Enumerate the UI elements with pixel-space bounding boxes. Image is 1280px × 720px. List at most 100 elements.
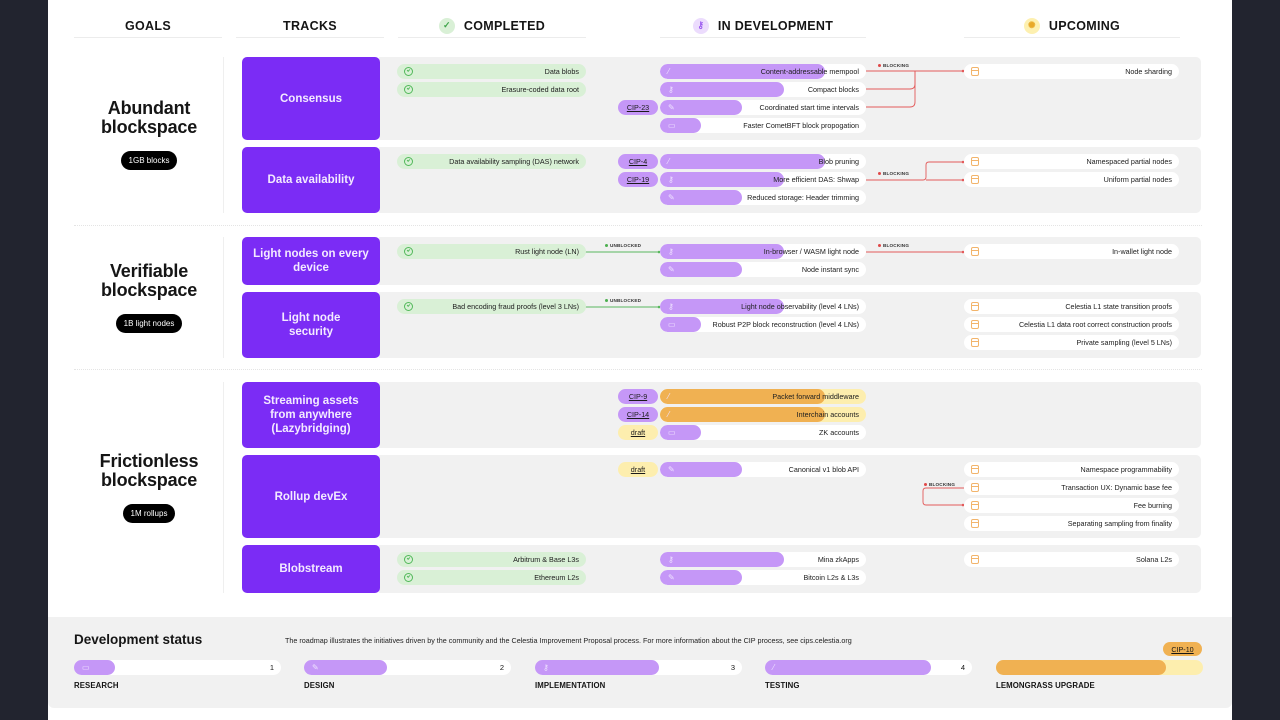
item-label: Robust P2P block reconstruction (level 4… [712, 320, 859, 329]
cip-tag[interactable]: CIP-14 [618, 407, 658, 422]
goal-title: Frictionless blockspace [99, 451, 199, 490]
progress-fill [660, 118, 702, 133]
completed-item[interactable]: Arbitrum & Base L3s [397, 552, 586, 567]
stage-fill [535, 660, 660, 675]
pen-icon: ✎ [668, 103, 675, 112]
draft-tag[interactable]: draft [618, 462, 658, 477]
upcoming-item[interactable]: Separating sampling from finality [964, 516, 1179, 531]
stage-number: 3 [730, 663, 735, 672]
stage-testing: ⁄ 4 TESTING [765, 660, 972, 690]
cip-tag[interactable]: CIP-23 [618, 100, 658, 115]
stage-bar: ✎ 2 [304, 660, 511, 675]
item-label: Content-addressable mempool [760, 67, 859, 76]
completed-item[interactable]: Ethereum L2s [397, 570, 586, 585]
cip-10-tag[interactable]: CIP-10 [1163, 642, 1202, 656]
upcoming-item[interactable]: Solana L2s [964, 552, 1179, 567]
goal-badge: 1GB blocks [120, 151, 178, 170]
track-streaming-assets[interactable]: Streaming assets from anywhere (Lazybrid… [242, 382, 380, 448]
track-light-nodes-every-device[interactable]: Light nodes on every device [242, 237, 380, 285]
cip-tag[interactable]: CIP-19 [618, 172, 658, 187]
in-development-item[interactable]: ✎ Node instant sync [660, 262, 866, 277]
in-development-item[interactable]: ✎ Bitcoin L2s & L3s [660, 570, 866, 585]
progress-fill [660, 82, 784, 97]
in-development-item[interactable]: ⚷ In-browser / WASM light node [660, 244, 866, 259]
track-light-node-security[interactable]: Light node security [242, 292, 380, 358]
calendar-icon [971, 465, 979, 474]
completed-item[interactable]: Erasure-coded data root [397, 82, 586, 97]
track-data-availability[interactable]: Data availability [242, 147, 380, 213]
stage-label: IMPLEMENTATION [535, 681, 606, 690]
goal-title: Abundant blockspace [100, 98, 198, 137]
item-label: Canonical v1 blob API [788, 465, 859, 474]
completed-item[interactable]: Rust light node (LN) [397, 244, 586, 259]
upcoming-item[interactable]: Celestia L1 data root correct constructi… [964, 317, 1179, 332]
stage-research: ▭ 1 RESEARCH [74, 660, 281, 690]
in-development-item[interactable]: ▭ Robust P2P block reconstruction (level … [660, 317, 866, 332]
progress-fill [660, 172, 784, 187]
calendar-icon [971, 483, 979, 492]
stage-lemongrass-upgrade: LEMONGRASS UPGRADE [996, 660, 1203, 690]
item-label: Bitcoin L2s & L3s [803, 573, 859, 582]
upcoming-item[interactable]: In-wallet light node [964, 244, 1179, 259]
progress-fill [660, 317, 702, 332]
upcoming-item[interactable]: Transaction UX: Dynamic base fee [964, 480, 1179, 495]
cip-tag[interactable]: CIP-4 [618, 154, 658, 169]
key-icon: ⚷ [692, 17, 709, 34]
stage-label: DESIGN [304, 681, 335, 690]
track-rollup-devex[interactable]: Rollup devEx [242, 455, 380, 538]
in-development-item[interactable]: ⁄ Packet forward middleware [660, 389, 866, 404]
pen-icon: ✎ [668, 573, 675, 582]
draft-tag[interactable]: draft [618, 425, 658, 440]
in-development-item[interactable]: ✎ Coordinated start time intervals [660, 100, 866, 115]
in-development-item[interactable]: ⚷ More efficient DAS: Shwap [660, 172, 866, 187]
legend-description: The roadmap illustrates the initiatives … [285, 636, 852, 645]
goal-verifiable-blockspace: Verifiable blockspace 1B light nodes [74, 262, 224, 333]
check-circle-icon [404, 573, 413, 582]
book-icon: ▭ [82, 663, 90, 672]
in-development-item[interactable]: ▭ Faster CometBFT block propogation [660, 118, 866, 133]
key-icon: ⚷ [668, 247, 674, 256]
upcoming-item[interactable]: Fee burning [964, 498, 1179, 513]
wand-icon: ⁄ [668, 67, 670, 76]
item-label: Coordinated start time intervals [759, 103, 859, 112]
item-label: More efficient DAS: Shwap [773, 175, 859, 184]
in-development-item[interactable]: ✎ Reduced storage: Header trimming [660, 190, 866, 205]
in-development-item[interactable]: ⚷ Compact blocks [660, 82, 866, 97]
roadmap-page: GOALS TRACKS ✓ COMPLETED ⚷ IN DEVELOPMEN… [48, 0, 1232, 720]
item-label: ZK accounts [819, 428, 859, 437]
upcoming-item[interactable]: Celestia L1 state transition proofs [964, 299, 1179, 314]
item-label: Node instant sync [801, 265, 859, 274]
in-development-item[interactable]: ⚷ Light node observability (level 4 LNs) [660, 299, 866, 314]
calendar-icon [971, 320, 979, 329]
in-development-item[interactable]: ⁄ Interchain accounts [660, 407, 866, 422]
stage-fill [996, 660, 1166, 675]
track-consensus[interactable]: Consensus [242, 57, 380, 140]
in-development-item[interactable]: ⚷ Mina zkApps [660, 552, 866, 567]
in-development-item[interactable]: ⁄ Blob pruning [660, 154, 866, 169]
upcoming-item[interactable]: Private sampling (level 5 LNs) [964, 335, 1179, 350]
in-development-item[interactable]: ⁄ Content-addressable mempool [660, 64, 866, 79]
book-icon: ▭ [668, 428, 676, 437]
header-tracks-label: TRACKS [283, 18, 337, 33]
upcoming-item[interactable]: Node sharding [964, 64, 1179, 79]
in-development-item[interactable]: ▭ ZK accounts [660, 425, 866, 440]
completed-item[interactable]: Data blobs [397, 64, 586, 79]
calendar-icon [971, 157, 979, 166]
progress-fill [660, 552, 784, 567]
upcoming-item[interactable]: Namespaced partial nodes [964, 154, 1179, 169]
cip-tag[interactable]: CIP-9 [618, 389, 658, 404]
completed-item[interactable]: Bad encoding fraud proofs (level 3 LNs) [397, 299, 586, 314]
in-development-item[interactable]: ✎ Canonical v1 blob API [660, 462, 866, 477]
pen-icon: ✎ [668, 193, 675, 202]
stage-bar: ▭ 1 [74, 660, 281, 675]
stage-bar [996, 660, 1203, 675]
item-label: Light node observability (level 4 LNs) [741, 302, 859, 311]
upcoming-item[interactable]: Uniform partial nodes [964, 172, 1179, 187]
blocking-flag: BLOCKING [878, 171, 909, 176]
track-blobstream[interactable]: Blobstream [242, 545, 380, 593]
item-label: In-browser / WASM light node [763, 247, 859, 256]
completed-item[interactable]: Data availability sampling (DAS) network [397, 154, 586, 169]
header-tracks: TRACKS [236, 14, 384, 38]
upcoming-item[interactable]: Namespace programmability [964, 462, 1179, 477]
check-circle-icon [404, 67, 413, 76]
